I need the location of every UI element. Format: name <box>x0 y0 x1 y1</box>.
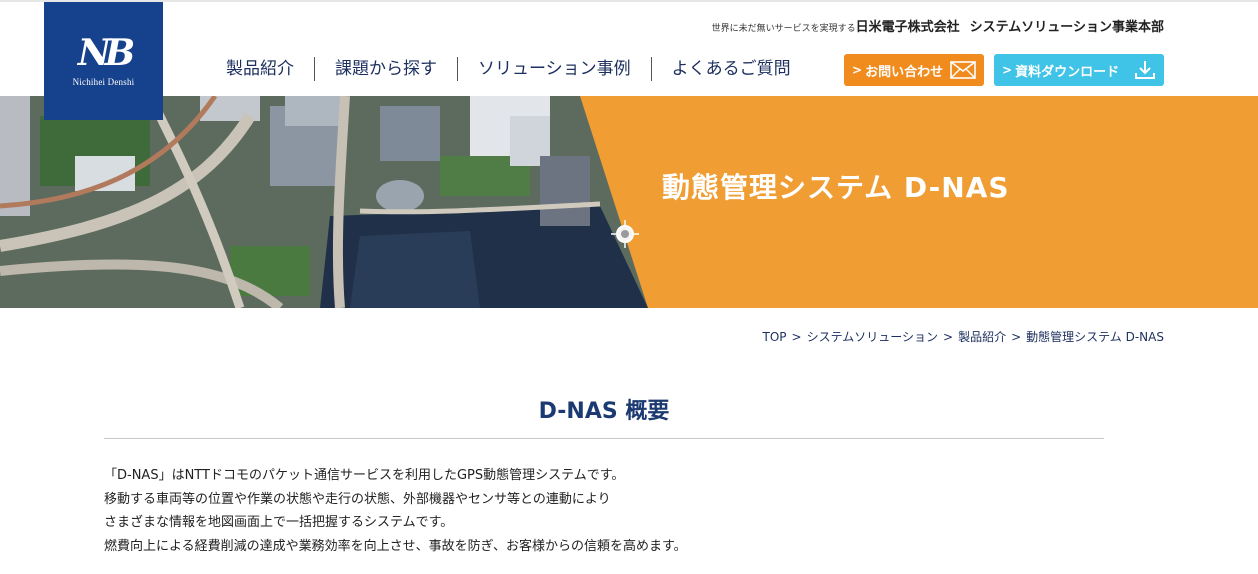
contact-button[interactable]: > お問い合わせ <box>844 54 984 86</box>
aerial-city-photo <box>0 96 648 308</box>
download-icon <box>1135 61 1155 79</box>
section-divider <box>104 438 1104 439</box>
download-button-label: 資料ダウンロード <box>1015 64 1120 80</box>
breadcrumb-separator: > <box>943 330 954 344</box>
download-button[interactable]: > 資料ダウンロード <box>994 54 1164 86</box>
site-logo[interactable]: NB Nichihei Denshi <box>44 2 163 120</box>
site-header: 世界に未だ無いサービスを実現する日米電子株式会社 システムソリューション事業本部 … <box>0 0 1258 96</box>
breadcrumb-separator: > <box>791 330 802 344</box>
section-description: 「D-NAS」はNTTドコモのパケット通信サービスを利用したGPS動態管理システ… <box>104 464 1104 558</box>
description-line: 「D-NAS」はNTTドコモのパケット通信サービスを利用したGPS動態管理システ… <box>104 468 625 483</box>
section-title: D-NAS 概要 <box>538 399 670 424</box>
company-name[interactable]: 日米電子株式会社 <box>856 20 960 35</box>
hero-title: 動態管理システム D-NAS <box>662 171 1010 204</box>
division-name: システムソリューション事業本部 <box>969 20 1164 35</box>
breadcrumb: TOP > システムソリューション > 製品紹介 > 動態管理システム D-NAS <box>763 328 1164 345</box>
breadcrumb-separator: > <box>1011 330 1022 344</box>
chevron-right-icon: > <box>852 63 863 77</box>
breadcrumb-system-solution[interactable]: システムソリューション <box>807 330 938 344</box>
chevron-right-icon: > <box>1002 63 1013 77</box>
nav-item-find-by-issue[interactable]: 課題から探す <box>315 57 457 81</box>
breadcrumb-current: 動態管理システム D-NAS <box>1026 330 1164 344</box>
logo-mark: NB <box>77 32 135 74</box>
logo-text: Nichihei Denshi <box>72 77 135 87</box>
description-line: さまざまな情報を地図画面上で一括把握するシステムです。 <box>104 515 454 530</box>
main-nav: 製品紹介 課題から探す ソリューション事例 よくあるご質問 <box>206 52 811 86</box>
tagline-text: 世界に未だ無いサービスを実現する <box>711 24 856 34</box>
mail-icon <box>950 61 976 79</box>
breadcrumb-products[interactable]: 製品紹介 <box>958 330 1006 344</box>
hero-banner: 動態管理システム D-NAS <box>0 96 1258 308</box>
nav-item-products[interactable]: 製品紹介 <box>206 57 314 81</box>
description-line: 移動する車両等の位置や作業の状態や走行の状態、外部機器やセンサ等との連動により <box>104 491 611 507</box>
contact-button-label: お問い合わせ <box>865 64 944 80</box>
breadcrumb-top[interactable]: TOP <box>763 330 787 344</box>
nav-item-case-studies[interactable]: ソリューション事例 <box>458 57 651 81</box>
nav-item-faq[interactable]: よくあるご質問 <box>652 57 811 81</box>
crosshair-icon <box>611 220 639 248</box>
description-line: 燃費向上による経費削減の達成や業務効率を向上させ、事故を防ぎ、お客様からの信頼を… <box>104 538 687 554</box>
header-tagline: 世界に未だ無いサービスを実現する日米電子株式会社 システムソリューション事業本部 <box>712 16 1164 35</box>
